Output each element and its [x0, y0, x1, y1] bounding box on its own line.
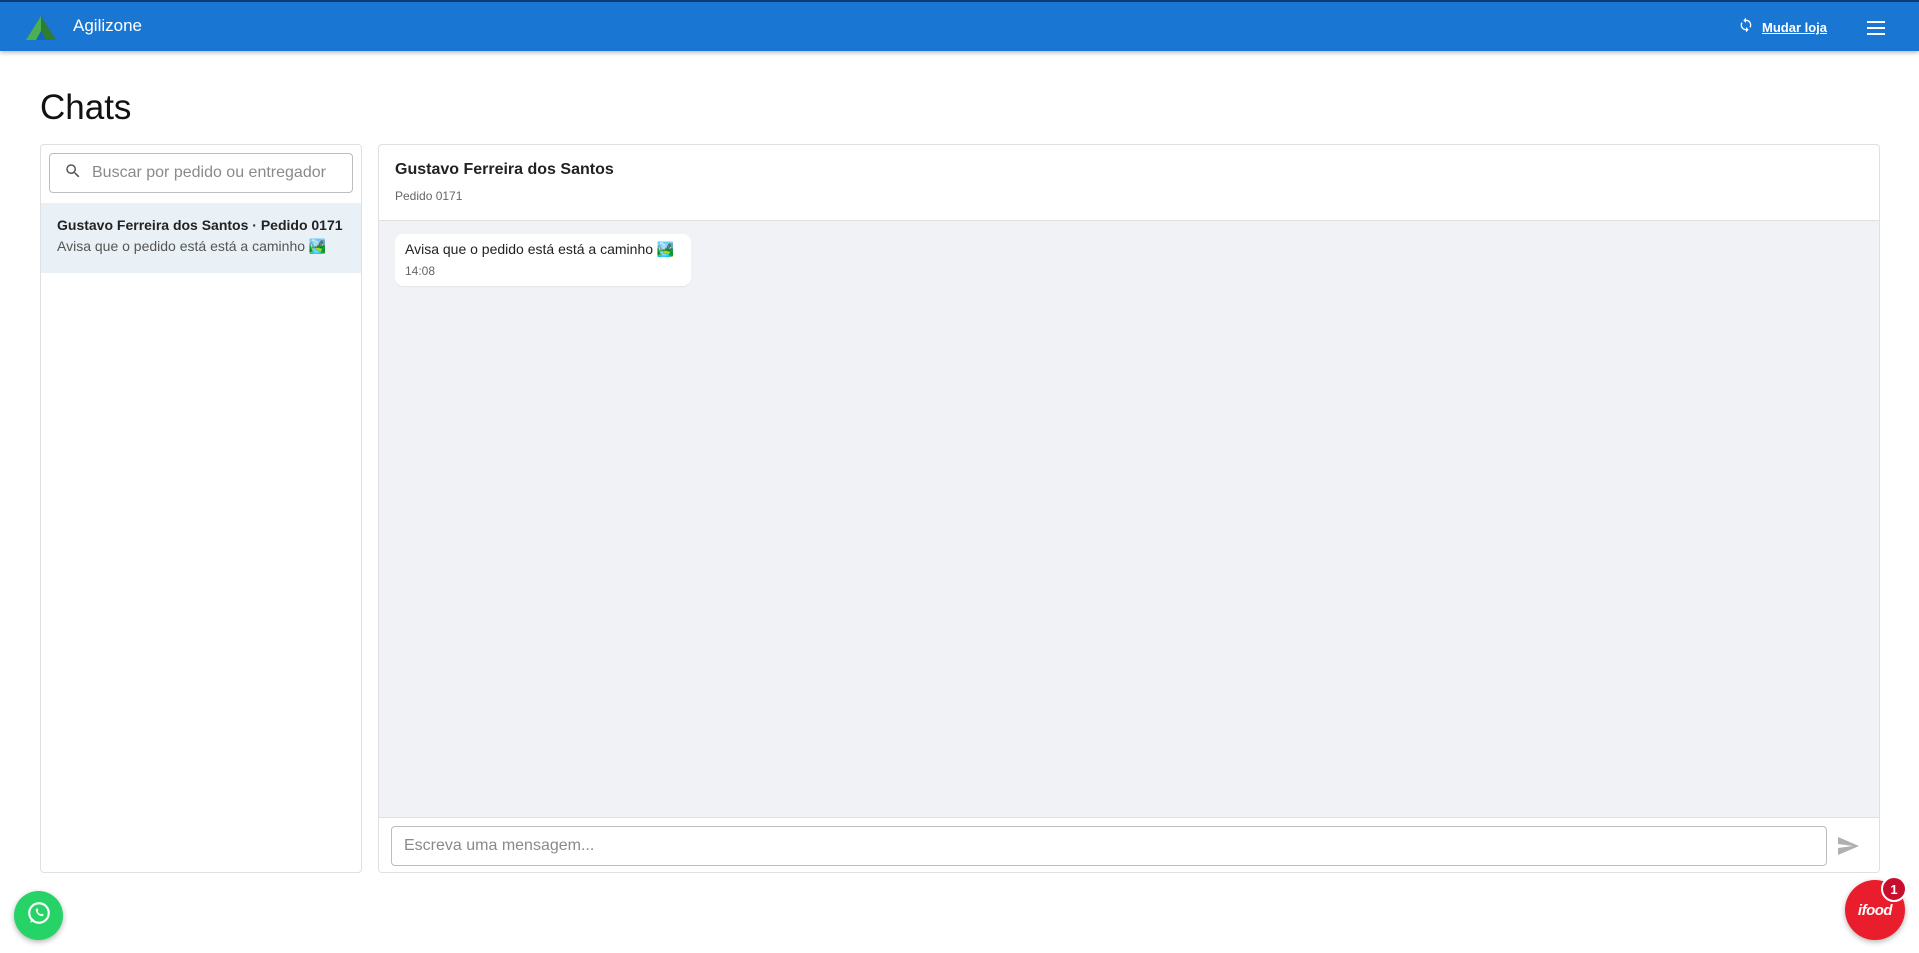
message-time: 14:08	[405, 264, 436, 278]
switch-store-label: Mudar loja	[1762, 20, 1828, 35]
app-header: Agilizone Mudar loja	[0, 0, 1919, 51]
messages-area[interactable]: Avisa que o pedido está está a caminho 🏞…	[379, 221, 1879, 817]
chat-list-item[interactable]: Gustavo Ferreira dos Santos · Pedido 017…	[41, 203, 361, 273]
hamburger-menu-icon[interactable]	[1864, 17, 1888, 39]
whatsapp-button[interactable]	[14, 891, 63, 940]
chat-list-panel: Gustavo Ferreira dos Santos · Pedido 017…	[40, 144, 362, 873]
order-label: Pedido 0171	[395, 189, 463, 203]
conversation-panel: Gustavo Ferreira dos Santos Pedido 0171 …	[378, 144, 1880, 873]
notification-badge: 1	[1881, 876, 1907, 902]
search-box[interactable]	[49, 153, 353, 193]
contact-name: Gustavo Ferreira dos Santos	[395, 161, 614, 178]
message-text: Avisa que o pedido está está a caminho 🏞…	[405, 241, 675, 257]
sync-icon	[1738, 17, 1754, 38]
page-title: Chats	[40, 88, 132, 127]
message-composer	[379, 817, 1879, 872]
send-icon[interactable]	[1835, 834, 1861, 858]
message-input[interactable]	[391, 826, 1827, 866]
conversation-header: Gustavo Ferreira dos Santos Pedido 0171	[379, 145, 1879, 221]
app-name: Agilizone	[73, 16, 142, 35]
search-icon	[64, 162, 82, 185]
whatsapp-icon	[26, 900, 52, 931]
switch-store-button[interactable]: Mudar loja	[1738, 17, 1827, 38]
search-input[interactable]	[92, 164, 342, 182]
ifood-logo: ifood	[1857, 901, 1893, 919]
agilizone-logo-icon[interactable]	[24, 14, 58, 42]
chat-item-title: Gustavo Ferreira dos Santos · Pedido 017…	[57, 217, 343, 233]
chat-item-preview: Avisa que o pedido está está a caminho 🏞…	[57, 238, 327, 254]
message-bubble: Avisa que o pedido está está a caminho 🏞…	[395, 234, 691, 286]
